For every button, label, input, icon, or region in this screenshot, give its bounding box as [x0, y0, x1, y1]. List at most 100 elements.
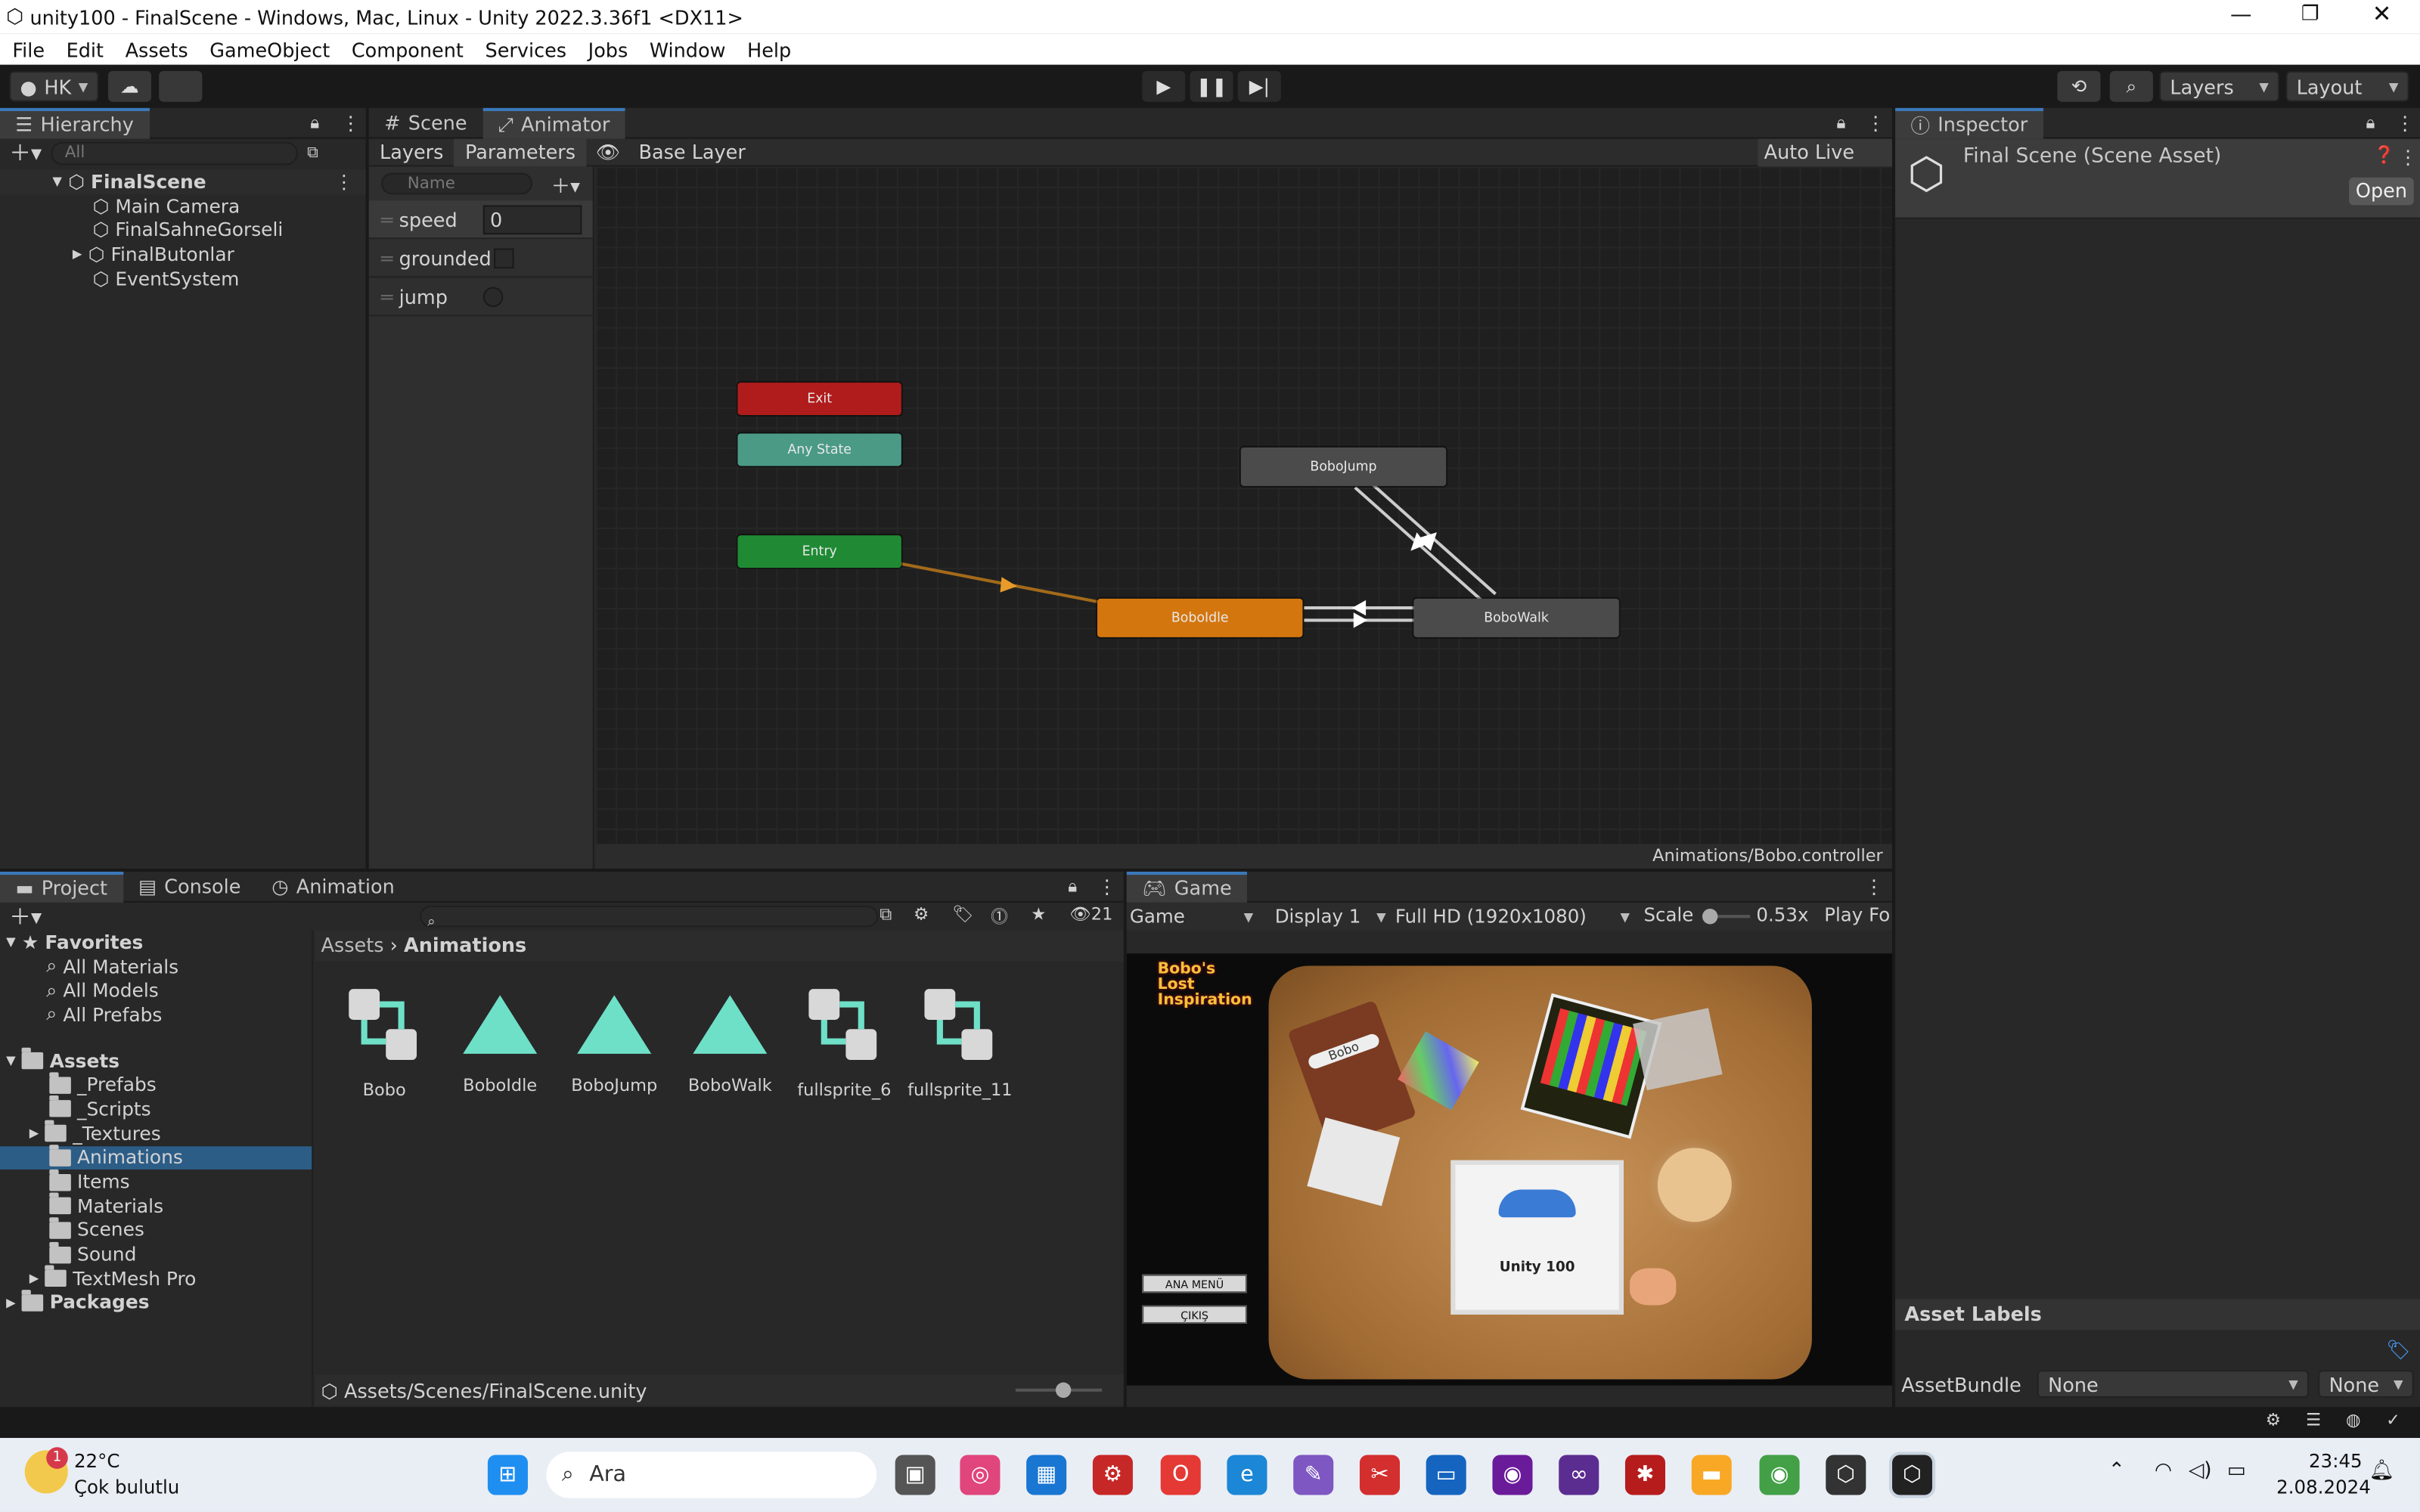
tab-layers[interactable]: Layers	[369, 138, 455, 166]
folder-materials[interactable]: Materials	[0, 1192, 312, 1218]
volume-icon[interactable]: ◁)	[2189, 1460, 2212, 1483]
menu-assets[interactable]: Assets	[126, 38, 188, 61]
collab-button[interactable]	[159, 70, 203, 102]
asset-bobowalk-clip[interactable]: BoboWalk	[673, 986, 787, 1095]
asset-fullsprite6-controller[interactable]: fullsprite_6	[787, 986, 901, 1100]
icon-size-slider[interactable]	[1015, 1382, 1103, 1398]
bell-icon[interactable]: 🔔︎	[2369, 1460, 2395, 1483]
state-bobojump[interactable]: BoboJump	[1240, 447, 1447, 486]
close-button[interactable]: ✕	[2372, 0, 2392, 28]
tab-hierarchy[interactable]: ☰ Hierarchy	[0, 107, 150, 138]
visual-studio-icon[interactable]: ∞	[1559, 1455, 1599, 1495]
clock-time[interactable]: 23:45	[2309, 1450, 2363, 1472]
help-icon[interactable]: ❓	[2374, 145, 2395, 166]
slider-thumb[interactable]	[1055, 1382, 1072, 1398]
tab-animation[interactable]: ◷ Animation	[256, 871, 410, 902]
task-view-icon[interactable]: ▣	[895, 1455, 935, 1495]
state-exit[interactable]: Exit	[737, 383, 901, 415]
filter-type-icon[interactable]: ⚙	[914, 904, 929, 925]
tab-animator[interactable]: ⤢ Animator	[482, 107, 625, 138]
tree-item-main-camera[interactable]: ⬡ Main Camera	[0, 194, 366, 218]
tab-parameters[interactable]: Parameters	[454, 138, 587, 166]
tab-scene[interactable]: # Scene	[369, 107, 482, 138]
history-icon[interactable]: ⟲	[2057, 70, 2101, 102]
play-focused-dropdown[interactable]: Play Fo	[1824, 904, 1890, 926]
game-viewport[interactable]: Bobo's Lost Inspiration Bobo Unity 100 A…	[1126, 953, 1893, 1386]
lock-icon[interactable]: 🔒︎	[310, 113, 319, 135]
folder-items[interactable]: Items	[0, 1168, 312, 1194]
folder-textmesh-pro[interactable]: ▶ TextMesh Pro	[0, 1266, 312, 1290]
hidden-count[interactable]: 👁︎21	[1069, 904, 1112, 925]
expand-icon[interactable]: ▶	[29, 1272, 39, 1285]
lock-icon[interactable]: 🔒︎	[1837, 113, 1846, 135]
state-bobowalk[interactable]: BoboWalk	[1413, 598, 1619, 637]
folder-scenes[interactable]: Scenes	[0, 1216, 312, 1242]
filter-label-icon[interactable]: 🏷︎	[952, 904, 974, 925]
speed-value-field[interactable]: 0	[482, 204, 582, 234]
label-tag-icon[interactable]: 🏷︎	[2386, 1337, 2410, 1362]
folder-prefabs[interactable]: _Prefabs	[0, 1071, 312, 1097]
expand-icon[interactable]: ▶	[73, 247, 82, 261]
wifi-icon[interactable]: ◠	[2155, 1460, 2172, 1483]
more-icon[interactable]: ⋮	[1097, 875, 1117, 898]
state-any-state[interactable]: Any State	[737, 433, 901, 466]
assetbundle-dropdown[interactable]: None ▼	[2037, 1370, 2310, 1398]
hierarchy-search-input[interactable]: All	[51, 141, 298, 165]
breadcrumb-assets[interactable]: Assets	[321, 934, 383, 957]
drag-handle-icon[interactable]: ═	[381, 207, 392, 231]
cache-icon[interactable]: ☰	[2306, 1410, 2321, 1430]
chrome-icon[interactable]: ◉	[1759, 1455, 1800, 1495]
folder-sound[interactable]: Sound	[0, 1241, 312, 1266]
step-button[interactable]: ▶|	[1237, 70, 1281, 102]
breadcrumb-animations[interactable]: Animations	[404, 934, 526, 957]
game-mode-dropdown[interactable]: Game ▼	[1130, 903, 1259, 931]
network-icon[interactable]: ◍	[2346, 1410, 2361, 1430]
auto-live-link-button[interactable]: Auto Live Link	[1758, 138, 1893, 191]
remote-icon[interactable]: ▭	[1426, 1455, 1466, 1495]
add-icon[interactable]: ＋▾	[9, 138, 42, 169]
add-parameter-button[interactable]: ＋▾	[551, 169, 580, 198]
creative-cloud-icon[interactable]: ◎	[960, 1455, 1001, 1495]
drag-handle-icon[interactable]: ═	[381, 285, 392, 308]
tab-console[interactable]: ▤ Console	[123, 871, 256, 902]
unity-editor-icon[interactable]: ⬡	[1888, 1452, 1936, 1498]
more-icon[interactable]: ⋮	[1866, 111, 1885, 135]
menu-help[interactable]: Help	[747, 38, 791, 61]
app-red-icon[interactable]: ⚙	[1092, 1455, 1133, 1495]
restore-button[interactable]: ❐	[2301, 3, 2319, 26]
warning-icon[interactable]: ⓵	[991, 904, 1007, 929]
jump-trigger-radio[interactable]	[482, 286, 503, 307]
taskbar-search[interactable]: ⌕ Ara	[546, 1452, 877, 1498]
snipping-icon[interactable]: ✂	[1359, 1455, 1401, 1495]
davinci-icon[interactable]: ✱	[1624, 1455, 1666, 1495]
tray-chevron-icon[interactable]: ⌃	[2108, 1460, 2125, 1483]
search-icon[interactable]: ⌕	[2109, 70, 2153, 102]
menu-component[interactable]: Component	[352, 38, 464, 61]
lock-icon[interactable]: 🔒︎	[2366, 113, 2375, 135]
store-icon[interactable]: ▦	[1026, 1455, 1067, 1495]
github-icon[interactable]: ◉	[1492, 1455, 1533, 1495]
tab-game[interactable]: 🎮︎ Game	[1126, 871, 1248, 902]
exit-button[interactable]: ÇIKIŞ	[1142, 1305, 1247, 1325]
state-entry[interactable]: Entry	[737, 535, 901, 569]
menu-gameobject[interactable]: GameObject	[209, 38, 330, 61]
add-icon[interactable]: ＋▾	[9, 901, 42, 932]
pen-app-icon[interactable]: ✎	[1293, 1455, 1334, 1495]
eye-icon[interactable]: 👁︎	[586, 140, 629, 165]
folder-textures[interactable]: ▶ _Textures	[0, 1120, 312, 1145]
grounded-checkbox[interactable]	[494, 247, 515, 268]
clock-date[interactable]: 2.08.2024	[2276, 1476, 2371, 1498]
folder-animations[interactable]: Animations	[0, 1144, 312, 1170]
display-dropdown[interactable]: Display 1 ▼	[1275, 903, 1386, 931]
param-row-jump[interactable]: ═ jump	[368, 277, 593, 317]
account-dropdown[interactable]: ● HK ▼	[9, 70, 99, 102]
pause-button[interactable]: ❚❚	[1190, 70, 1233, 102]
asset-boboidle-clip[interactable]: BoboIdle	[443, 986, 557, 1095]
more-icon[interactable]: ⋮	[1864, 875, 1884, 898]
layout-dropdown[interactable]: Layout ▼	[2285, 70, 2409, 102]
settings-icon[interactable]: ⋮	[2398, 145, 2418, 169]
more-icon[interactable]: ⋮	[2395, 111, 2415, 135]
slider-thumb[interactable]	[1702, 909, 1718, 925]
packages-root[interactable]: ▶ Packages	[0, 1290, 312, 1315]
play-button[interactable]: ▶	[1142, 70, 1186, 102]
